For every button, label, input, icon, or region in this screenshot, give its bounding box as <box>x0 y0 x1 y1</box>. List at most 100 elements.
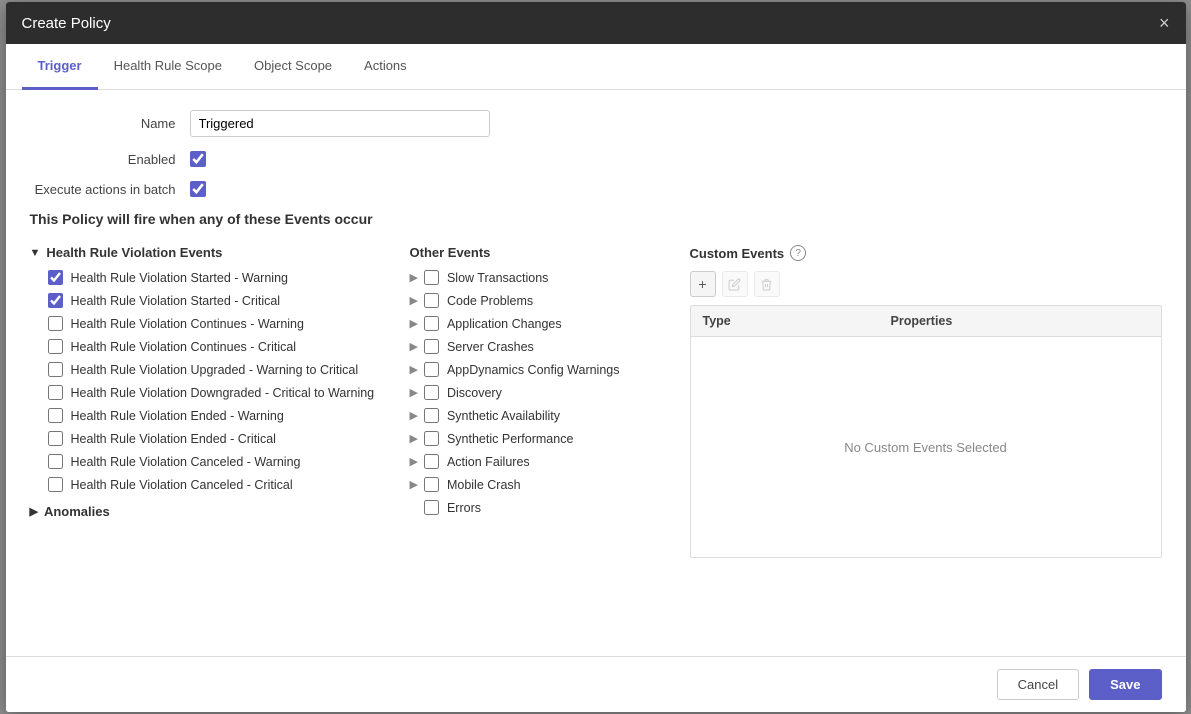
expand-arrow-icon[interactable]: ▶ <box>410 363 418 376</box>
oe10-checkbox[interactable] <box>424 477 439 492</box>
other-events-label: Other Events <box>410 245 491 260</box>
oe4-checkbox[interactable] <box>424 339 439 354</box>
oe6-checkbox[interactable] <box>424 385 439 400</box>
list-item: ▶ AppDynamics Config Warnings <box>410 362 680 377</box>
hrv7-checkbox[interactable] <box>48 408 63 423</box>
oe8-checkbox[interactable] <box>424 431 439 446</box>
oe1-checkbox[interactable] <box>424 270 439 285</box>
hrv1-checkbox[interactable] <box>48 270 63 285</box>
oe3-checkbox[interactable] <box>424 316 439 331</box>
health-rule-section-header[interactable]: ▼ Health Rule Violation Events <box>30 245 400 260</box>
hrv2-checkbox[interactable] <box>48 293 63 308</box>
oe7-checkbox[interactable] <box>424 408 439 423</box>
tab-actions[interactable]: Actions <box>348 44 423 90</box>
other-events-list: ▶ Slow Transactions ▶ Code Problems ▶ <box>410 270 680 515</box>
list-item: Health Rule Violation Started - Critical <box>48 293 400 308</box>
list-item: Health Rule Violation Canceled - Critica… <box>48 477 400 492</box>
oe2-label[interactable]: Code Problems <box>447 294 533 308</box>
hrv9-label[interactable]: Health Rule Violation Canceled - Warning <box>71 455 301 469</box>
list-item: ▶ Server Crashes <box>410 339 680 354</box>
anomalies-section-header[interactable]: ▶ Anomalies <box>30 504 400 519</box>
list-item: ▶ Slow Transactions <box>410 270 680 285</box>
oe4-label[interactable]: Server Crashes <box>447 340 534 354</box>
oe8-label[interactable]: Synthetic Performance <box>447 432 573 446</box>
health-rule-list: Health Rule Violation Started - Warning … <box>48 270 400 492</box>
list-item: Health Rule Violation Ended - Critical <box>48 431 400 446</box>
hrv8-checkbox[interactable] <box>48 431 63 446</box>
other-events-section-header: Other Events <box>410 245 680 260</box>
oe9-checkbox[interactable] <box>424 454 439 469</box>
execute-batch-label: Execute actions in batch <box>30 182 190 197</box>
execute-batch-row: Execute actions in batch <box>30 181 1162 197</box>
enabled-label: Enabled <box>30 152 190 167</box>
modal-footer: Cancel Save <box>6 656 1186 712</box>
events-section: ▼ Health Rule Violation Events Health Ru… <box>30 245 1162 558</box>
health-rule-section-label: Health Rule Violation Events <box>46 245 222 260</box>
hrv1-label[interactable]: Health Rule Violation Started - Warning <box>71 271 288 285</box>
hrv4-checkbox[interactable] <box>48 339 63 354</box>
name-input[interactable] <box>190 110 490 137</box>
custom-events-title: Custom Events <box>690 246 785 261</box>
close-button[interactable]: × <box>1159 14 1170 32</box>
hrv3-label[interactable]: Health Rule Violation Continues - Warnin… <box>71 317 304 331</box>
hrv6-checkbox[interactable] <box>48 385 63 400</box>
trash-icon <box>760 278 773 291</box>
modal-title: Create Policy <box>22 15 111 32</box>
list-item: ▶ Code Problems <box>410 293 680 308</box>
oe5-checkbox[interactable] <box>424 362 439 377</box>
oe9-label[interactable]: Action Failures <box>447 455 530 469</box>
oe6-label[interactable]: Discovery <box>447 386 502 400</box>
edit-custom-event-button[interactable] <box>722 271 748 297</box>
add-custom-event-button[interactable]: + <box>690 271 716 297</box>
hrv5-checkbox[interactable] <box>48 362 63 377</box>
expand-arrow-icon[interactable]: ▶ <box>410 317 418 330</box>
expand-arrow-icon[interactable]: ▶ <box>410 386 418 399</box>
tab-trigger[interactable]: Trigger <box>22 44 98 90</box>
oe5-label[interactable]: AppDynamics Config Warnings <box>447 363 620 377</box>
hrv10-label[interactable]: Health Rule Violation Canceled - Critica… <box>71 478 293 492</box>
list-item: Health Rule Violation Ended - Warning <box>48 408 400 423</box>
hrv7-label[interactable]: Health Rule Violation Ended - Warning <box>71 409 284 423</box>
oe3-label[interactable]: Application Changes <box>447 317 562 331</box>
hrv8-label[interactable]: Health Rule Violation Ended - Critical <box>71 432 276 446</box>
edit-icon <box>728 278 741 291</box>
name-label: Name <box>30 116 190 131</box>
tab-health-rule-scope[interactable]: Health Rule Scope <box>98 44 238 90</box>
hrv9-checkbox[interactable] <box>48 454 63 469</box>
custom-events-header: Custom Events ? <box>690 245 1162 261</box>
expand-arrow-icon[interactable]: ▶ <box>410 340 418 353</box>
oe1-label[interactable]: Slow Transactions <box>447 271 548 285</box>
hrv2-label[interactable]: Health Rule Violation Started - Critical <box>71 294 281 308</box>
expand-arrow-icon[interactable]: ▶ <box>410 455 418 468</box>
tab-object-scope[interactable]: Object Scope <box>238 44 348 90</box>
list-item: Health Rule Violation Downgraded - Criti… <box>48 385 400 400</box>
name-row: Name <box>30 110 1162 137</box>
execute-batch-checkbox-wrap <box>190 181 206 197</box>
list-item: ▶ Errors <box>410 500 680 515</box>
properties-column-header: Properties <box>879 306 1161 336</box>
save-button[interactable]: Save <box>1089 669 1161 700</box>
hrv4-label[interactable]: Health Rule Violation Continues - Critic… <box>71 340 297 354</box>
oe10-label[interactable]: Mobile Crash <box>447 478 521 492</box>
enabled-checkbox[interactable] <box>190 151 206 167</box>
expand-arrow-icon[interactable]: ▶ <box>410 271 418 284</box>
cancel-button[interactable]: Cancel <box>997 669 1079 700</box>
hrv5-label[interactable]: Health Rule Violation Upgraded - Warning… <box>71 363 359 377</box>
oe2-checkbox[interactable] <box>424 293 439 308</box>
execute-batch-checkbox[interactable] <box>190 181 206 197</box>
hrv3-checkbox[interactable] <box>48 316 63 331</box>
expand-arrow-icon[interactable]: ▶ <box>410 432 418 445</box>
hrv6-label[interactable]: Health Rule Violation Downgraded - Criti… <box>71 386 375 400</box>
expand-arrow-icon[interactable]: ▶ <box>410 478 418 491</box>
expand-arrow-icon[interactable]: ▶ <box>410 294 418 307</box>
hrv10-checkbox[interactable] <box>48 477 63 492</box>
oe11-checkbox[interactable] <box>424 500 439 515</box>
oe11-label[interactable]: Errors <box>447 501 481 515</box>
health-rule-arrow: ▼ <box>30 247 41 259</box>
modal-body: Name Enabled Execute actions in batch Th… <box>6 90 1186 656</box>
oe7-label[interactable]: Synthetic Availability <box>447 409 560 423</box>
delete-custom-event-button[interactable] <box>754 271 780 297</box>
help-icon[interactable]: ? <box>790 245 806 261</box>
expand-arrow-icon[interactable]: ▶ <box>410 409 418 422</box>
list-item: ▶ Synthetic Performance <box>410 431 680 446</box>
